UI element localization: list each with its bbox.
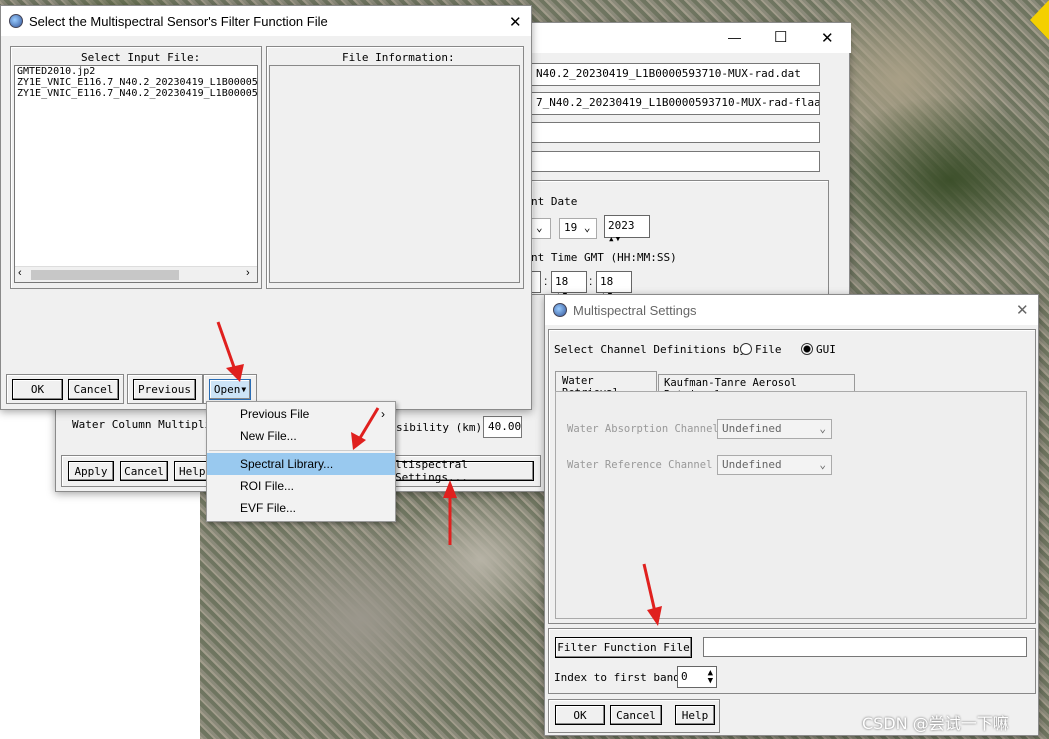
- ok-button[interactable]: OK: [555, 705, 605, 725]
- chevron-down-icon: ⌄: [819, 458, 826, 471]
- water-absorption-select[interactable]: Undefined ⌄: [717, 419, 832, 439]
- output-file-field[interactable]: 7_N40.2_20230419_L1B0000593710-MUX-rad-f…: [531, 92, 820, 115]
- envi-app-icon: [9, 14, 23, 28]
- scroll-left-icon[interactable]: ‹: [18, 267, 22, 279]
- month-select[interactable]: ⌄: [531, 218, 551, 239]
- visibility-label: sibility (km): [396, 421, 483, 434]
- menu-item-evf-file[interactable]: EVF File...: [207, 497, 395, 519]
- scroll-thumb[interactable]: [31, 270, 179, 280]
- water-reference-label: Water Reference Channel: [567, 459, 713, 471]
- horizontal-scrollbar[interactable]: ‹ ›: [15, 266, 257, 282]
- water-column-label: Water Column Multiplie: [72, 418, 218, 431]
- file-info-box: [269, 65, 520, 283]
- year-spinner[interactable]: 2023 ▴▾: [604, 215, 650, 245]
- open-button[interactable]: Open ▼: [209, 379, 251, 400]
- submenu-arrow-icon: ›: [381, 407, 385, 421]
- watermark: CSDN @尝试一下嘛: [862, 714, 1009, 733]
- menu-separator: [209, 450, 393, 451]
- hour-spinner[interactable]: [531, 271, 541, 293]
- spinner-arrows-icon: ▲ ▼: [707, 668, 713, 686]
- water-reference-select[interactable]: Undefined ⌄: [717, 455, 832, 475]
- chevron-down-icon: ⌄: [819, 422, 826, 435]
- select-input-label: Select Input File:: [81, 51, 201, 64]
- cancel-button[interactable]: Cancel: [610, 705, 662, 725]
- close-icon[interactable]: ✕: [1016, 301, 1029, 319]
- time-sep-1: :: [544, 274, 548, 288]
- cancel-button[interactable]: Cancel: [120, 461, 168, 481]
- help-button[interactable]: Help: [174, 461, 208, 481]
- tab-water-retrieval[interactable]: Water Retrieval: [555, 371, 657, 399]
- flight-date-label: nt Date: [531, 195, 578, 208]
- index-first-band-label: Index to first band: [554, 671, 680, 684]
- radio-file[interactable]: [740, 343, 752, 355]
- previous-button[interactable]: Previous: [133, 379, 196, 400]
- list-item[interactable]: ZY1E_VNIC_E116.7_N40.2_20230419_L1B00005…: [15, 88, 257, 99]
- file-list[interactable]: GMTED2010.jp2 ZY1E_VNIC_E116.7_N40.2_202…: [14, 65, 258, 283]
- dialog-title: Select the Multispectral Sensor's Filter…: [29, 13, 328, 29]
- channel-def-label: Select Channel Definitions by: [554, 343, 747, 356]
- water-absorption-label: Water Absorption Channel: [567, 423, 719, 435]
- file-info-label: File Information:: [342, 51, 455, 64]
- ok-button[interactable]: OK: [12, 379, 63, 400]
- cancel-button[interactable]: Cancel: [68, 379, 119, 400]
- menu-item-previous-file[interactable]: Previous File ›: [207, 403, 395, 425]
- multispectral-settings-button[interactable]: ltispectral Settings...: [394, 458, 534, 484]
- close-icon[interactable]: ✕: [821, 29, 834, 47]
- second-spinner[interactable]: 18 ▴▾: [596, 271, 632, 301]
- tab-kaufman-tanre[interactable]: Kaufman-Tanre Aerosol Retrieval: [658, 374, 855, 401]
- close-icon[interactable]: ✕: [509, 13, 522, 31]
- list-item[interactable]: GMTED2010.jp2: [15, 66, 257, 77]
- filter-function-dialog: Select the Multispectral Sensor's Filter…: [0, 5, 532, 410]
- menu-item-spectral-library[interactable]: Spectral Library...: [207, 453, 395, 475]
- list-item[interactable]: ZY1E_VNIC_E116.7_N40.2_20230419_L1B00005…: [15, 77, 257, 88]
- visibility-field[interactable]: 40.00: [483, 416, 522, 438]
- radio-file-label: File: [755, 343, 782, 356]
- dropdown-arrow-icon: ▼: [241, 385, 247, 394]
- flight-time-label: nt Time GMT (HH:MM:SS): [531, 251, 677, 264]
- filter-function-field[interactable]: [703, 637, 1027, 657]
- output-dir-field[interactable]: [531, 122, 820, 143]
- minimize-icon[interactable]: —: [728, 30, 741, 45]
- menu-item-roi-file[interactable]: ROI File...: [207, 475, 395, 497]
- multispectral-settings-window: Multispectral Settings ✕ Select Channel …: [544, 294, 1039, 736]
- rootname-field[interactable]: [531, 151, 820, 172]
- help-button[interactable]: Help: [675, 705, 715, 725]
- radio-gui-label: GUI: [816, 343, 836, 356]
- open-menu: Previous File › New File... Spectral Libr…: [206, 401, 396, 522]
- scroll-right-icon[interactable]: ›: [246, 267, 250, 279]
- filter-function-file-button[interactable]: Filter Function File: [555, 637, 692, 658]
- ms-title: Multispectral Settings: [573, 302, 697, 318]
- index-spinner[interactable]: 0 ▲ ▼: [677, 666, 717, 688]
- envi-app-icon: [553, 303, 567, 317]
- ms-titlebar: Multispectral Settings: [545, 295, 1038, 325]
- apply-button[interactable]: Apply: [68, 461, 114, 481]
- input-file-field[interactable]: N40.2_20230419_L1B0000593710-MUX-rad.dat: [531, 63, 820, 86]
- minute-spinner[interactable]: 18 ▴▾: [551, 271, 587, 301]
- dialog-titlebar: Select the Multispectral Sensor's Filter…: [1, 6, 531, 36]
- maximize-icon[interactable]: ☐: [774, 28, 787, 46]
- time-sep-2: :: [589, 274, 593, 288]
- menu-item-new-file[interactable]: New File...: [207, 425, 395, 447]
- day-select[interactable]: 19 ⌄: [559, 218, 597, 239]
- radio-gui[interactable]: [801, 343, 813, 355]
